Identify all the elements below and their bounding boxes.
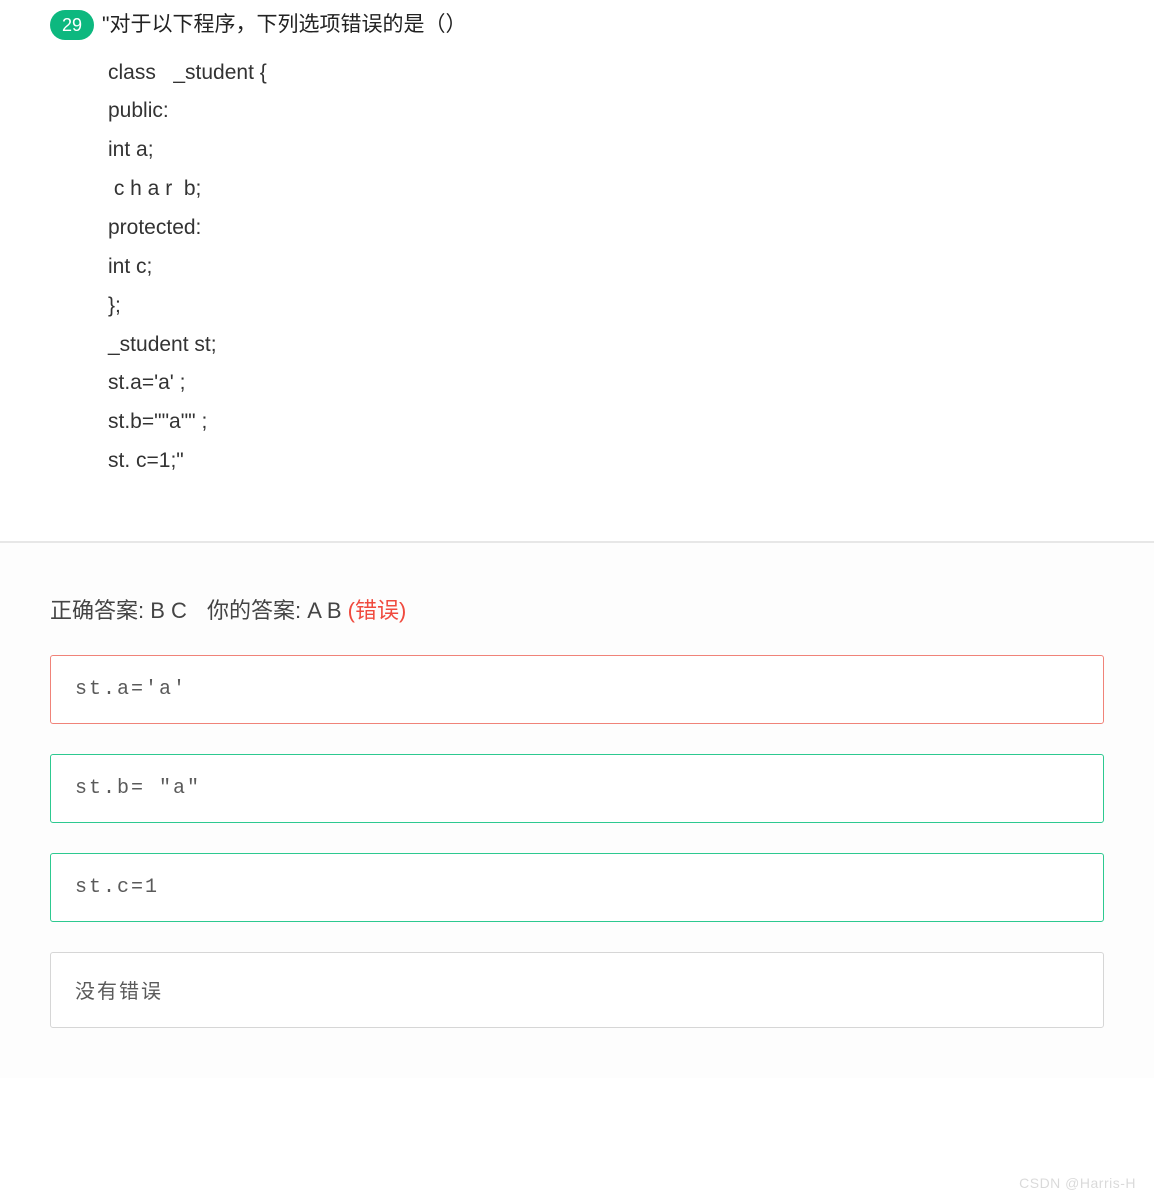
answer-section: 正确答案: B C 你的答案: A B (错误) st.a='a' st.b= … [0,541,1154,1078]
your-answer-label: 你的答案: [207,598,307,623]
code-line: _student st; [108,326,1104,365]
code-line: int a; [108,131,1104,170]
watermark: CSDN @Harris-H [1019,1175,1136,1191]
code-line: }; [108,287,1104,326]
question-number-badge: 29 [50,10,94,40]
code-line: c h a r b; [108,170,1104,209]
code-line: int c; [108,248,1104,287]
correct-answer-label: 正确答案: [50,598,150,623]
question-header: 29 "对于以下程序，下列选项错误的是（） [50,8,1104,42]
code-line: protected: [108,209,1104,248]
code-line: st. c=1;" [108,442,1104,481]
code-line: st.b=""a"" ; [108,403,1104,442]
correct-answer-value: B C [150,598,187,623]
answer-summary: 正确答案: B C 你的答案: A B (错误) [50,593,1104,625]
question-section: 29 "对于以下程序，下列选项错误的是（） class _student { p… [0,0,1154,541]
option-d[interactable]: 没有错误 [50,952,1104,1028]
code-line: public: [108,92,1104,131]
code-block: class _student { public: int a; c h a r … [108,54,1104,481]
option-a[interactable]: st.a='a' [50,655,1104,724]
option-c[interactable]: st.c=1 [50,853,1104,922]
question-title: "对于以下程序，下列选项错误的是（） [102,8,466,42]
code-line: st.a='a' ; [108,364,1104,403]
code-line: class _student { [108,54,1104,93]
option-b[interactable]: st.b= "a" [50,754,1104,823]
answer-status: (错误) [348,598,407,623]
your-answer-value: A B [307,598,347,623]
